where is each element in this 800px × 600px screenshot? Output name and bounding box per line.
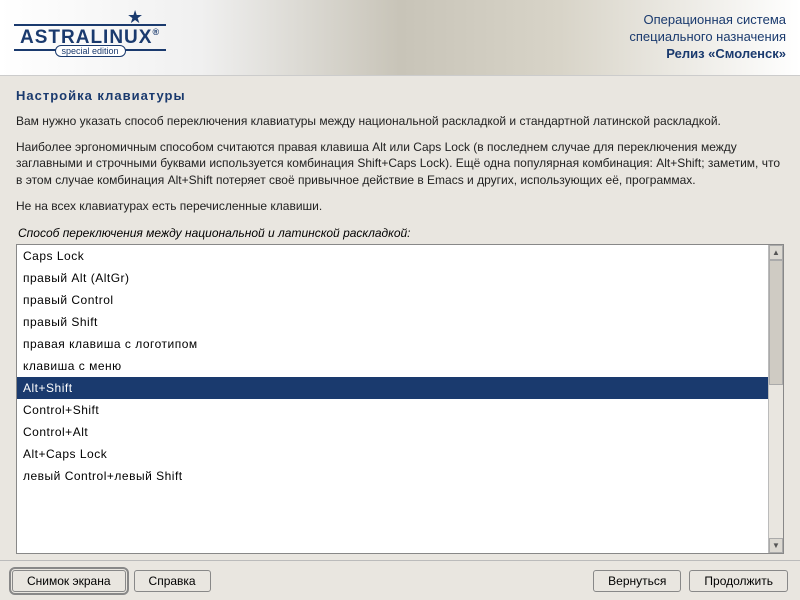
list-item[interactable]: Control+Shift bbox=[17, 399, 768, 421]
scrollbar[interactable]: ▲ ▼ bbox=[768, 245, 783, 553]
list-item[interactable]: правый Alt (AltGr) bbox=[17, 267, 768, 289]
scroll-track[interactable] bbox=[769, 260, 783, 538]
footer-bar: Снимок экрана Справка Вернуться Продолжи… bbox=[0, 560, 800, 600]
os-line-1: Операционная система bbox=[629, 12, 786, 29]
scroll-thumb[interactable] bbox=[769, 260, 783, 385]
prompt-label: Способ переключения между национальной и… bbox=[18, 226, 784, 240]
list-item[interactable]: Alt+Shift bbox=[17, 377, 768, 399]
desc-paragraph-2: Наиболее эргономичным способом считаются… bbox=[16, 139, 784, 188]
desc-paragraph-3: Не на всех клавиатурах есть перечисленны… bbox=[16, 198, 784, 214]
list-item[interactable]: правая клавиша с логотипом bbox=[17, 333, 768, 355]
list-item[interactable]: клавиша с меню bbox=[17, 355, 768, 377]
help-button[interactable]: Справка bbox=[134, 570, 211, 592]
scroll-down-icon[interactable]: ▼ bbox=[769, 538, 783, 553]
continue-button[interactable]: Продолжить bbox=[689, 570, 788, 592]
back-button[interactable]: Вернуться bbox=[593, 570, 681, 592]
logo: ★ ASTRALINUX® special edition bbox=[14, 8, 166, 57]
list-item[interactable]: Alt+Caps Lock bbox=[17, 443, 768, 465]
screenshot-button[interactable]: Снимок экрана bbox=[12, 570, 126, 592]
list-item[interactable]: левый Control+левый Shift bbox=[17, 465, 768, 487]
release-name: Релиз «Смоленск» bbox=[629, 46, 786, 63]
header-caption: Операционная система специального назнач… bbox=[629, 8, 786, 63]
list-item[interactable]: правый Control bbox=[17, 289, 768, 311]
header-banner: ★ ASTRALINUX® special edition Операционн… bbox=[0, 0, 800, 76]
list-item[interactable]: Control+Alt bbox=[17, 421, 768, 443]
layout-switch-listbox[interactable]: Caps Lockправый Alt (AltGr)правый Contro… bbox=[16, 244, 784, 554]
description: Вам нужно указать способ переключения кл… bbox=[16, 113, 784, 224]
desc-paragraph-1: Вам нужно указать способ переключения кл… bbox=[16, 113, 784, 129]
os-line-2: специального назначения bbox=[629, 29, 786, 46]
main-content: Настройка клавиатуры Вам нужно указать с… bbox=[0, 76, 800, 560]
list-item[interactable]: Caps Lock bbox=[17, 245, 768, 267]
page-title: Настройка клавиатуры bbox=[16, 88, 784, 103]
scroll-up-icon[interactable]: ▲ bbox=[769, 245, 783, 260]
logo-subtitle: special edition bbox=[55, 45, 126, 57]
list-item[interactable]: правый Shift bbox=[17, 311, 768, 333]
